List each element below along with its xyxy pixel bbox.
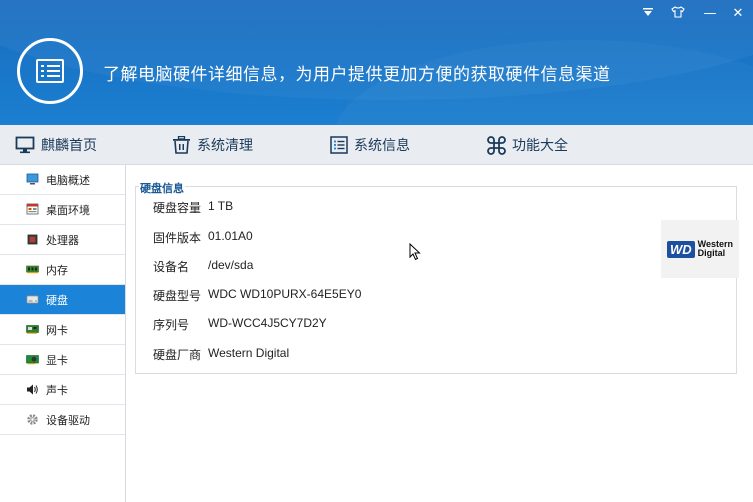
info-key: 固件版本 [153, 231, 202, 245]
speaker-icon [26, 383, 39, 396]
main-nav: 麒麟首页 系统清理 系统信息 功能大全 [0, 125, 753, 165]
minimize-icon[interactable]: — [700, 6, 720, 22]
monitor-icon [26, 173, 39, 186]
memory-icon [26, 263, 39, 276]
close-icon[interactable]: ✕ [728, 6, 748, 22]
app-header: 了解电脑硬件详细信息，为用户提供更加方便的获取硬件信息渠道 — ✕ [0, 0, 753, 125]
sidebar-item-drivers[interactable]: 设备驱动 [0, 405, 125, 435]
info-key: 硬盘型号 [153, 289, 202, 303]
menu-icon[interactable] [638, 6, 658, 22]
disk-info-panel: WD Western Digital 硬盘容量 1 TB 固件版本 01.01A… [135, 186, 739, 374]
cpu-icon [26, 233, 39, 246]
sidebar-item-disk[interactable]: 硬盘 [0, 285, 125, 315]
sidebar-item-graphics[interactable]: 显卡 [0, 345, 125, 375]
sidebar-item-label: 设备驱动 [46, 413, 90, 427]
nav-home-label: 麒麟首页 [41, 138, 97, 154]
command-icon [487, 135, 506, 155]
sidebar: 电脑概述 桌面环境 处理器 内存 硬盘 网卡 显卡 声卡 设备驱动 [0, 165, 126, 502]
sidebar-item-label: 处理器 [46, 233, 79, 247]
disk-panel-title: 硬盘信息 [139, 180, 185, 196]
header-slogan: 了解电脑硬件详细信息，为用户提供更加方便的获取硬件信息渠道 [103, 65, 611, 85]
info-row-serial: 序列号 WD-WCC4J5CY7D2Y [153, 316, 327, 332]
sidebar-item-label: 硬盘 [46, 293, 68, 307]
disk-icon [26, 293, 39, 306]
info-value: /dev/sda [208, 258, 254, 272]
info-row-model: 硬盘型号 WDC WD10PURX-64E5EY0 [153, 287, 361, 303]
wd-logo-badge: WD [666, 240, 695, 258]
list-icon [330, 136, 348, 154]
graphics-card-icon [26, 353, 39, 366]
sidebar-item-memory[interactable]: 内存 [0, 255, 125, 285]
sidebar-item-label: 网卡 [46, 323, 68, 337]
info-row-device: 设备名 /dev/sda [153, 258, 253, 274]
western-digital-logo: WD Western Digital [661, 220, 739, 278]
sidebar-item-cpu[interactable]: 处理器 [0, 225, 125, 255]
trash-icon [173, 136, 190, 154]
desktop-icon [26, 203, 39, 216]
sidebar-item-overview[interactable]: 电脑概述 [0, 165, 125, 195]
info-row-capacity: 硬盘容量 1 TB [153, 199, 233, 215]
info-row-vendor: 硬盘厂商 Western Digital [153, 346, 289, 362]
system-info-logo-icon [17, 38, 83, 104]
wd-logo-text: Western Digital [697, 239, 734, 258]
sidebar-item-label: 电脑概述 [46, 173, 90, 187]
info-value: 01.01A0 [208, 229, 253, 243]
info-value: WD-WCC4J5CY7D2Y [208, 316, 327, 330]
info-key: 硬盘厂商 [153, 348, 202, 362]
sidebar-item-label: 声卡 [46, 383, 68, 397]
nav-home[interactable]: 麒麟首页 [15, 125, 97, 165]
gear-icon [26, 413, 39, 426]
nav-all-label: 功能大全 [512, 138, 568, 154]
nav-clean[interactable]: 系统清理 [172, 125, 253, 165]
sidebar-item-label: 显卡 [46, 353, 68, 367]
mouse-cursor-icon [409, 242, 421, 264]
nav-clean-label: 系统清理 [197, 138, 253, 154]
nav-info-label: 系统信息 [354, 138, 410, 154]
skin-icon[interactable] [668, 6, 688, 22]
network-card-icon [26, 323, 39, 336]
info-value: Western Digital [208, 346, 290, 360]
nav-all[interactable]: 功能大全 [487, 125, 568, 165]
content-area: WD Western Digital 硬盘容量 1 TB 固件版本 01.01A… [126, 165, 753, 502]
info-row-firmware: 固件版本 01.01A0 [153, 229, 253, 245]
info-key: 序列号 [153, 318, 190, 332]
nav-info[interactable]: 系统信息 [330, 125, 410, 165]
monitor-icon [15, 136, 35, 154]
info-value: WDC WD10PURX-64E5EY0 [208, 287, 362, 301]
info-key: 硬盘容量 [153, 201, 202, 215]
info-value: 1 TB [208, 199, 234, 213]
sidebar-item-label: 内存 [46, 263, 68, 277]
sidebar-item-desktop[interactable]: 桌面环境 [0, 195, 125, 225]
sidebar-item-network[interactable]: 网卡 [0, 315, 125, 345]
sidebar-item-label: 桌面环境 [46, 203, 90, 217]
sidebar-item-sound[interactable]: 声卡 [0, 375, 125, 405]
info-key: 设备名 [153, 260, 190, 274]
